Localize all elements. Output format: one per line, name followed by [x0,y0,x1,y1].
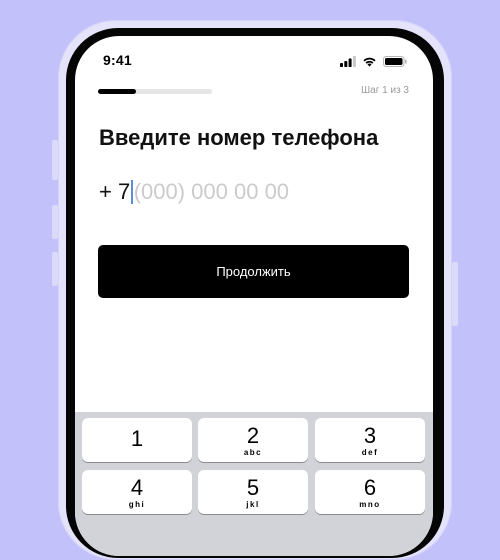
power-button [452,262,458,326]
volume-up-button [52,205,58,239]
progress-bar [98,89,212,94]
text-caret [131,180,133,204]
step-label: Шаг 1 из 3 [360,85,409,96]
battery-icon [383,55,407,67]
key-4[interactable]: 4 ghi [82,470,192,514]
key-digit: 2 [246,423,260,448]
numeric-keyboard: 1 2 abc 3 def 4 ghi 5 jkl 6 mno [75,412,433,556]
progress-fill [98,89,136,94]
key-letters: abc [243,448,263,457]
signal-icon [340,55,356,67]
key-digit: 6 [363,475,377,500]
key-digit: 5 [246,475,260,500]
key-6[interactable]: 6 mno [315,470,425,514]
wifi-icon [362,56,377,67]
continue-button[interactable]: Продолжить [98,245,409,298]
key-letters: ghi [128,500,146,509]
key-digit: 4 [130,475,144,500]
phone-placeholder: (000) 000 00 00 [133,179,290,204]
volume-down-button [52,252,58,286]
key-letters: mno [359,500,381,509]
key-letters: def [361,448,379,457]
key-3[interactable]: 3 def [315,418,425,462]
key-1[interactable]: 1 [82,418,192,462]
phone-screen: 9:41 Шаг 1 из 3 Введите номер телефона +… [75,36,433,556]
key-digit: 1 [130,426,144,451]
mute-switch [52,140,58,180]
key-5[interactable]: 5 jkl [198,470,308,514]
status-icons [340,55,407,67]
country-code: + 7 [99,179,131,204]
key-digit: 3 [363,423,377,448]
page-title: Введите номер телефона [99,125,379,150]
key-letters: jkl [246,500,260,509]
key-2[interactable]: 2 abc [198,418,308,462]
status-time: 9:41 [103,52,132,68]
status-bar: 9:41 [75,36,433,84]
phone-input[interactable]: + 7 (000) 000 00 00 [99,177,289,207]
